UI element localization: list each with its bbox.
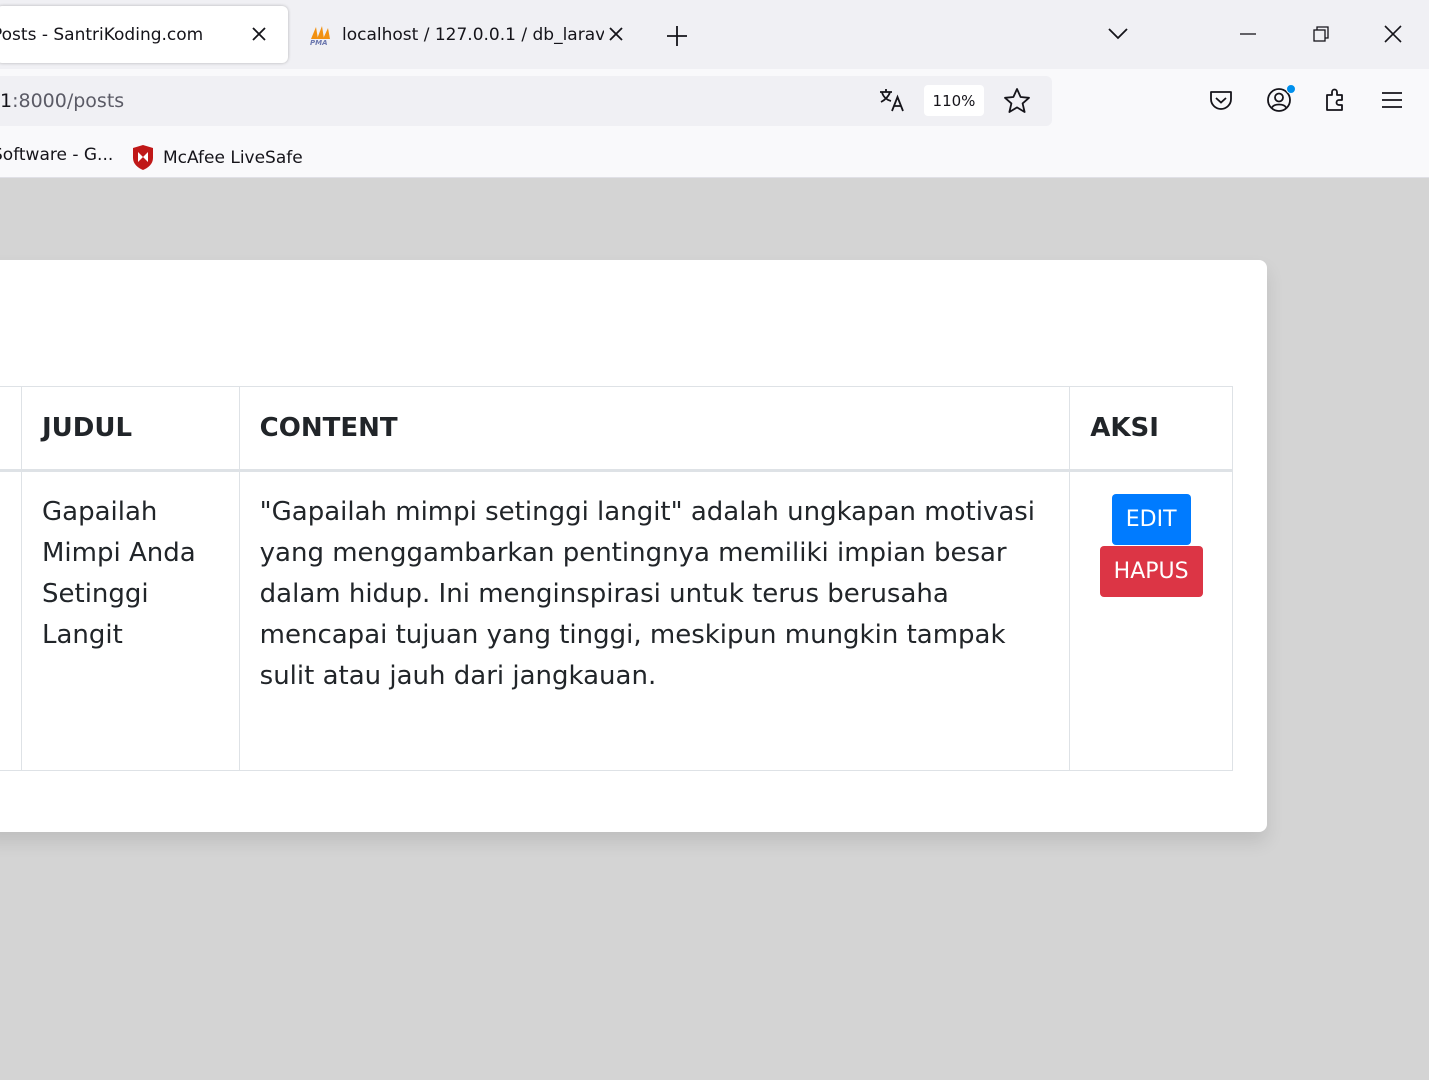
cell-judul: Gapailah Mimpi Anda Setinggi Langit: [21, 470, 240, 771]
cell-hidden: [0, 470, 22, 771]
zoom-level-button[interactable]: 110%: [924, 85, 984, 116]
column-header-content: CONTENT: [238, 386, 1071, 472]
delete-button[interactable]: HAPUS: [1099, 546, 1203, 597]
cell-aksi: EDIT HAPUS: [1069, 470, 1233, 771]
extensions-puzzle-icon[interactable]: [1322, 86, 1350, 114]
bookmark-label: McAfee LiveSafe: [163, 148, 303, 168]
posts-table: JUDUL CONTENT AKSI Gapailah Mimpi Anda S…: [0, 386, 1233, 771]
bookmark-mcafee[interactable]: McAfee LiveSafe: [131, 145, 303, 171]
tab-title: Posts - SantriKoding.com: [0, 24, 204, 45]
column-header-judul: JUDUL: [21, 386, 240, 472]
tab-posts[interactable]: Posts - SantriKoding.com: [0, 6, 288, 63]
edit-button[interactable]: EDIT: [1111, 494, 1191, 545]
table-header-row: JUDUL CONTENT AKSI: [0, 386, 1233, 472]
tab-title: localhost / 127.0.0.1 / db_laravel_: [342, 24, 604, 45]
svg-text:PMA: PMA: [310, 39, 328, 46]
hamburger-menu-icon[interactable]: [1378, 86, 1406, 114]
mcafee-icon: [131, 145, 155, 171]
minimize-icon[interactable]: [1236, 22, 1260, 46]
bookmark-star-icon[interactable]: [1002, 86, 1032, 116]
tab-close-icon[interactable]: [606, 24, 626, 44]
phpmyadmin-icon: PMA: [308, 24, 334, 47]
posts-card: JUDUL CONTENT AKSI Gapailah Mimpi Anda S…: [0, 260, 1267, 832]
url-bar[interactable]: 1:8000/posts 110%: [0, 76, 1052, 126]
cell-content: "Gapailah mimpi setinggi langit" adalah …: [238, 470, 1071, 771]
bookmarks-bar: Software - G... McAfee LiveSafe: [0, 133, 1429, 178]
tab-close-icon[interactable]: [249, 24, 269, 44]
chevron-down-icon[interactable]: [1105, 24, 1131, 44]
translate-icon[interactable]: [878, 86, 906, 114]
pocket-icon[interactable]: [1207, 86, 1235, 114]
url-host: 1: [0, 90, 13, 112]
new-tab-plus-icon[interactable]: [664, 23, 690, 49]
url-path: :8000/posts: [12, 90, 125, 112]
url-text[interactable]: 1:8000/posts: [0, 90, 124, 112]
notification-dot: [1286, 84, 1296, 94]
tab-phpmyadmin[interactable]: PMA localhost / 127.0.0.1 / db_laravel_: [300, 6, 635, 63]
column-header-aksi: AKSI: [1069, 386, 1233, 472]
nav-toolbar: 1:8000/posts 110%: [0, 69, 1429, 133]
table-row: Gapailah Mimpi Anda Setinggi Langit "Gap…: [0, 470, 1233, 771]
bookmark-software[interactable]: Software - G...: [0, 145, 113, 165]
restore-icon[interactable]: [1309, 22, 1333, 46]
column-header-hidden: [0, 386, 22, 472]
close-window-icon[interactable]: [1381, 22, 1405, 46]
tab-strip: Posts - SantriKoding.com PMA localhost /…: [0, 0, 1429, 69]
